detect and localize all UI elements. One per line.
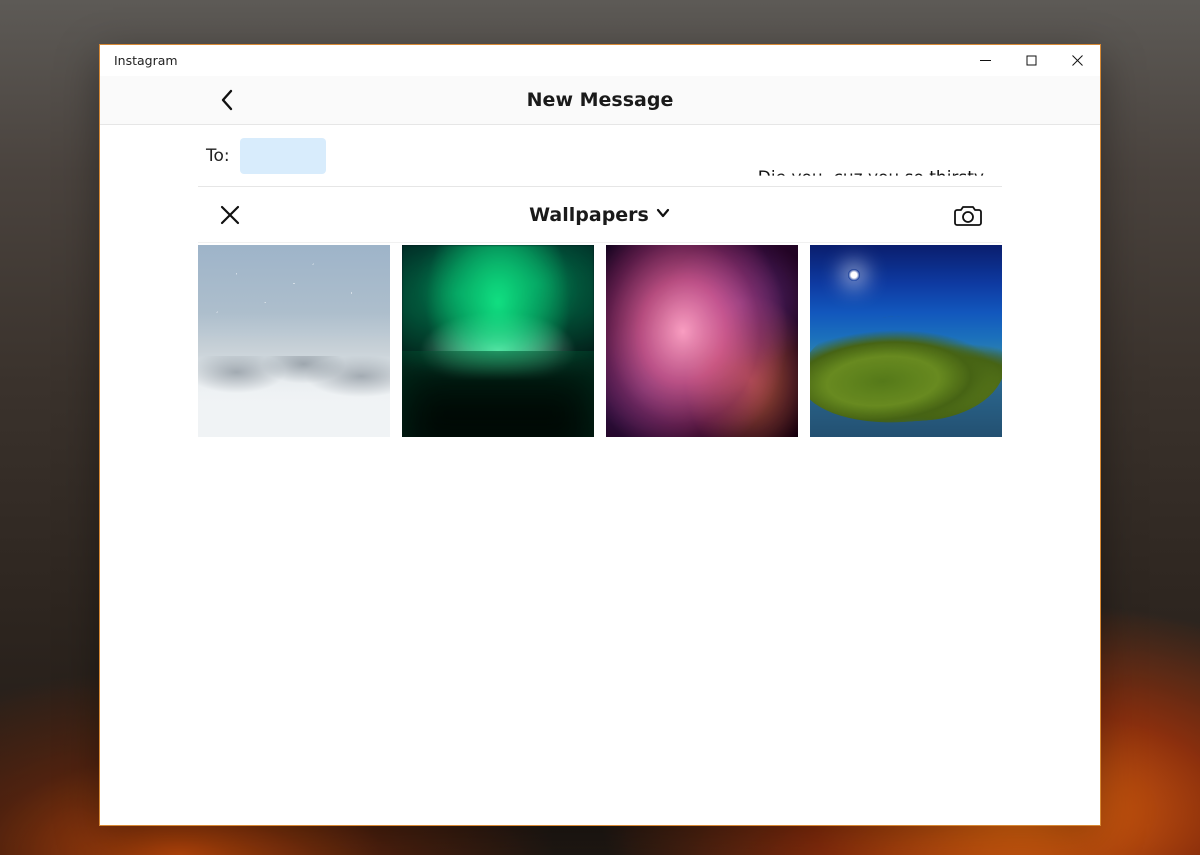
thumbnail-grid xyxy=(198,243,1002,437)
close-icon xyxy=(1072,55,1083,66)
titlebar[interactable]: Instagram xyxy=(100,45,1100,76)
titlebar-title: Instagram xyxy=(100,53,178,68)
album-picker-bar: Wallpapers xyxy=(198,187,1002,243)
recipient-chip[interactable] xyxy=(240,138,326,174)
content-column: To: Die you, cuz you so thirsty Wallpape… xyxy=(198,125,1002,825)
app-window: Instagram New Message xyxy=(99,44,1101,826)
minimize-button[interactable] xyxy=(962,45,1008,76)
thumbnail[interactable] xyxy=(606,245,798,437)
thumbnail[interactable] xyxy=(198,245,390,437)
close-picker-button[interactable] xyxy=(210,195,250,235)
camera-button[interactable] xyxy=(948,195,988,235)
thumbnail[interactable] xyxy=(402,245,594,437)
close-window-button[interactable] xyxy=(1054,45,1100,76)
empty-area xyxy=(198,437,1002,825)
close-icon xyxy=(219,204,241,226)
maximize-icon xyxy=(1026,55,1037,66)
album-name: Wallpapers xyxy=(529,204,649,226)
desktop-background: Instagram New Message xyxy=(0,0,1200,855)
chevron-down-icon xyxy=(655,205,671,225)
to-label: To: xyxy=(206,146,230,166)
page-title: New Message xyxy=(100,89,1100,111)
album-select[interactable]: Wallpapers xyxy=(198,204,1002,226)
camera-icon xyxy=(954,203,982,227)
window-controls xyxy=(962,45,1100,76)
suggestion-text: Die you, cuz you so thirsty xyxy=(758,168,984,188)
page-header: New Message xyxy=(100,76,1100,125)
maximize-button[interactable] xyxy=(1008,45,1054,76)
chevron-left-icon xyxy=(220,89,234,111)
thumbnail[interactable] xyxy=(810,245,1002,437)
recipient-row: To: Die you, cuz you so thirsty xyxy=(198,125,1002,187)
back-button[interactable] xyxy=(212,76,242,124)
minimize-icon xyxy=(980,55,991,66)
